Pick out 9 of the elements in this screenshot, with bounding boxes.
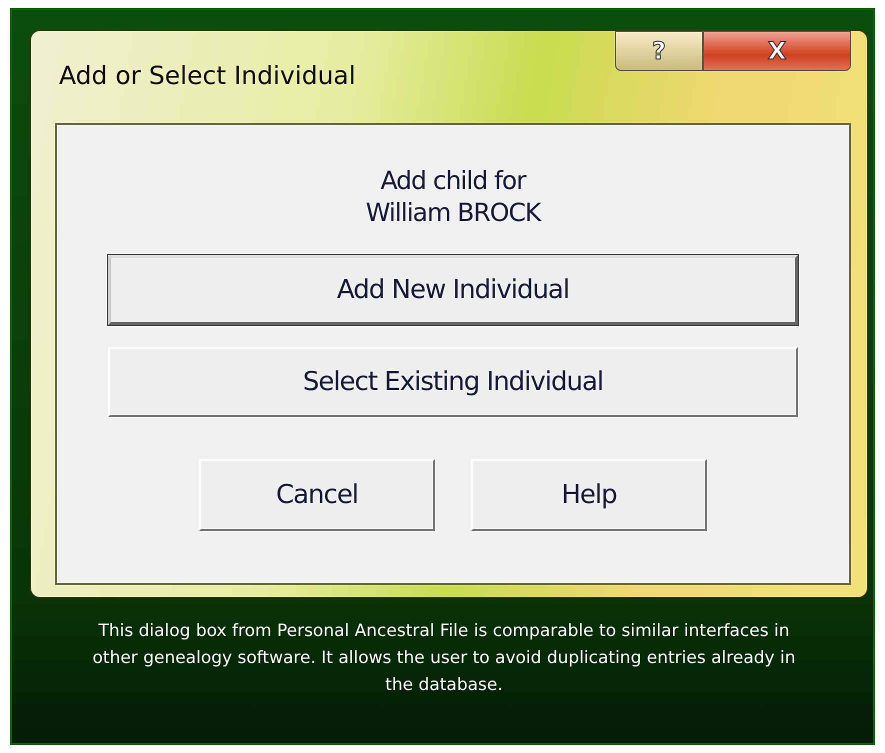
prompt-text: Add child for xyxy=(380,165,526,197)
window-title: Add or Select Individual xyxy=(59,61,356,90)
close-button[interactable]: X xyxy=(703,31,851,71)
prompt-text: William BROCK xyxy=(366,197,540,229)
dialog-button[interactable]: Help xyxy=(471,459,707,531)
dialog-button[interactable]: Cancel xyxy=(199,459,435,531)
caption-text: This dialog box from Personal Ancestral File is comparable to similar interfaces in other genealogy software. It allows the user to avoid duplicating entries already in the database. xyxy=(92,620,796,697)
action-button[interactable]: Select Existing Individual xyxy=(108,347,798,417)
action-button[interactable]: Add New Individual xyxy=(108,255,798,325)
